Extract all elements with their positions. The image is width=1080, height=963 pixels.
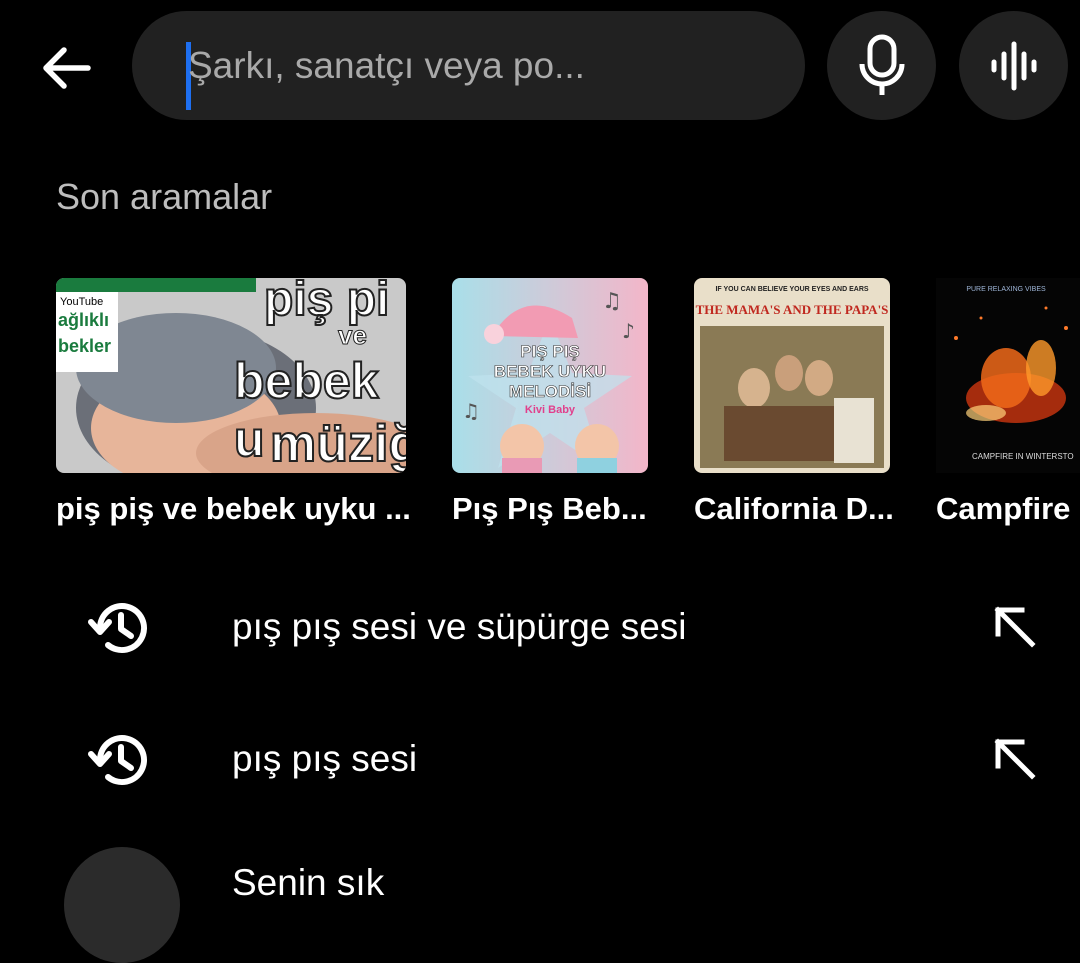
art-text-4: müziğ	[269, 414, 406, 473]
recent-searches-carousel: YouTube ağlıklı bekler piş pi ve bebek u…	[0, 278, 1080, 538]
art-top-text: IF YOU CAN BELIEVE YOUR EYES AND EARS	[715, 286, 869, 293]
art-badge-3: bekler	[58, 336, 112, 356]
back-arrow-icon	[43, 47, 91, 89]
recent-card[interactable]: YouTube ağlıklı bekler piş pi ve bebek u…	[56, 278, 411, 526]
recent-searches-title: Son aramalar	[56, 176, 273, 217]
art-bottom-text: CAMPFIRE IN WINTERSTO	[972, 452, 1074, 461]
arrow-up-left-icon[interactable]	[988, 732, 1040, 784]
art-top-text: PURE RELAXING VIBES	[966, 286, 1046, 293]
top-bar	[0, 0, 1080, 130]
thumbnail-campfire: PURE RELAXING VIBES CAMPFIRE IN WINTERST…	[936, 278, 1080, 473]
voice-search-button[interactable]	[827, 11, 936, 120]
recent-card-title: Campfire	[936, 491, 1071, 526]
thumbnail-california-dreamin: IF YOU CAN BELIEVE YOUR EYES AND EARS TH…	[694, 278, 890, 473]
art-text-2: ve	[338, 320, 368, 351]
svg-text:♪: ♪	[622, 319, 635, 343]
sound-wave-icon	[991, 41, 1036, 90]
art-brand: Kivi Baby	[524, 404, 576, 416]
recent-card[interactable]: ♫ ♪ ♫ PIŞ PIŞ BEBEK UYKU MELODİSİ Kivi B…	[452, 278, 648, 526]
art-band-text: THE MAMA'S AND THE PAPA'S	[695, 302, 889, 317]
search-box[interactable]	[132, 11, 805, 120]
recent-card-title: piş piş ve bebek uyku ...	[56, 491, 411, 526]
svg-text:♫: ♫	[602, 289, 622, 314]
microphone-icon	[859, 34, 904, 95]
history-item[interactable]: pış pış sesi ve süpürge sesi	[0, 566, 1080, 686]
history-item[interactable]: pış pış sesi	[0, 698, 1080, 818]
recent-card[interactable]: IF YOU CAN BELIEVE YOUR EYES AND EARS TH…	[694, 278, 894, 526]
art-badge-1: YouTube	[60, 296, 104, 308]
history-icon	[88, 735, 147, 786]
arrow-up-left-icon[interactable]	[988, 600, 1040, 652]
art-text: PIŞ PIŞ BEBEK UYKU MELODİSİ	[493, 342, 607, 402]
back-button[interactable]	[28, 30, 104, 106]
history-item-text: pış pış sesi ve süpürge sesi	[232, 606, 687, 647]
recent-card-title: California D...	[694, 491, 894, 526]
song-recognition-button[interactable]	[959, 11, 1068, 120]
recent-card[interactable]: PURE RELAXING VIBES CAMPFIRE IN WINTERST…	[936, 278, 1080, 526]
campfire-artwork	[936, 278, 1080, 473]
history-item-text: pış pış sesi	[232, 738, 418, 779]
partial-list-item[interactable]: Senin sık	[0, 840, 1080, 963]
search-input[interactable]	[188, 31, 778, 101]
thumbnail-bebek-uyku: ♫ ♪ ♫ PIŞ PIŞ BEBEK UYKU MELODİSİ Kivi B…	[452, 278, 648, 473]
art-badge-2: ağlıklı	[58, 310, 110, 330]
avatar	[64, 847, 180, 963]
art-text-1: piş pi	[263, 278, 390, 327]
recent-card-title: Pış Pış Beb...	[452, 491, 647, 526]
history-icon	[88, 603, 147, 654]
thumbnail-baby-sleep: YouTube ağlıklı bekler piş pi ve bebek u…	[56, 278, 406, 473]
partial-item-text: Senin sık	[232, 862, 385, 903]
